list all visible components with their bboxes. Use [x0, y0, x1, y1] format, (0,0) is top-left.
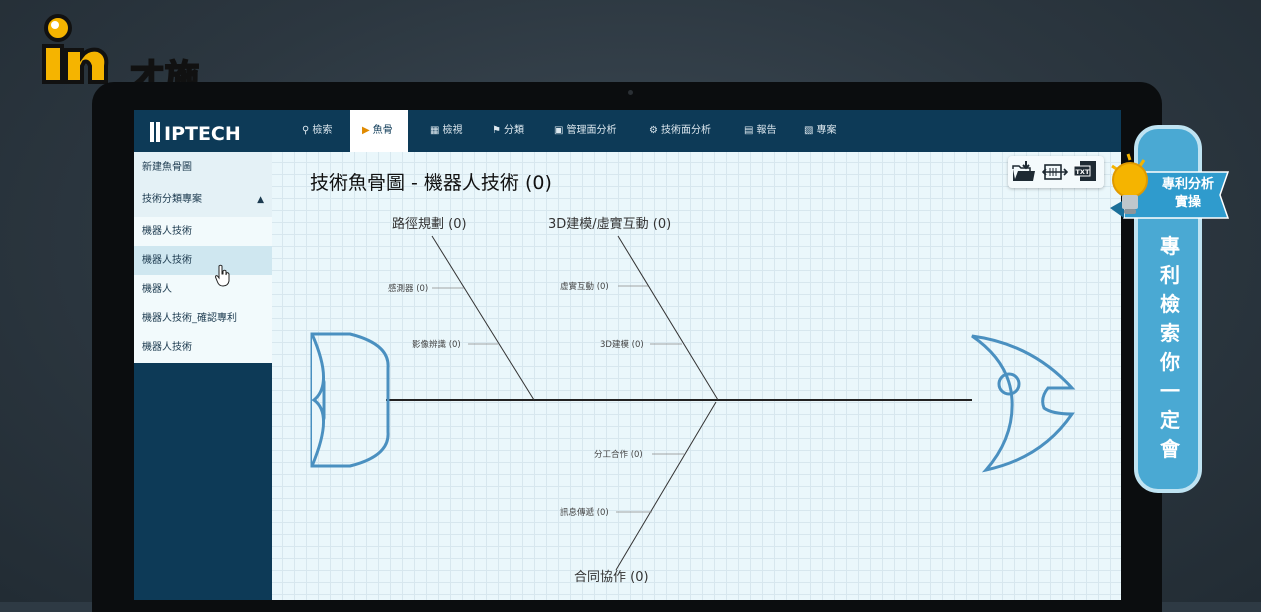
sidebar-new-fishbone[interactable]: 新建魚骨圖	[134, 152, 272, 183]
nav-management-analysis[interactable]: ▣ 管理面分析	[550, 110, 626, 152]
fish-head-icon	[971, 334, 1076, 473]
report-icon: ▤	[744, 125, 754, 136]
bone-bottom	[615, 401, 717, 571]
iptech-logo-icon: IPTECH	[150, 122, 241, 145]
promo-char: 檢	[1160, 292, 1180, 316]
promo-char: 會	[1160, 437, 1180, 461]
sub-label-messaging: 訊息傳遞 (0)	[560, 507, 609, 518]
sidebar-item-0[interactable]: 機器人技術	[134, 217, 272, 246]
nav-management-label: 管理面分析	[566, 125, 617, 136]
promo-char: 一	[1160, 379, 1180, 403]
promo-char: 利	[1160, 263, 1180, 287]
sub-label-sensor: 感測器 (0)	[388, 283, 428, 294]
nav-project-label: 專案	[816, 125, 837, 136]
sidebar-group-header[interactable]: 技術分類專案 ▲	[134, 183, 272, 217]
sidebar-item-3[interactable]: 機器人技術_確認專利	[134, 304, 272, 333]
bone-label-top-left: 路徑規劃 (0)	[392, 216, 467, 232]
bone-top-left	[431, 235, 535, 401]
nav-view-label: 檢視	[442, 125, 463, 136]
monitor-icon: ▣	[554, 125, 564, 136]
app-logo[interactable]: IPTECH	[148, 119, 268, 145]
brand-logo: 才施教	[34, 10, 224, 148]
promo-banner-line2: 實操	[1174, 195, 1201, 210]
nav-classify-label: 分類	[503, 125, 524, 136]
nav-search-label: 檢索	[312, 125, 333, 136]
bone-label-bottom: 合同協作 (0)	[574, 570, 649, 585]
nav-technical-label: 技術面分析	[660, 125, 711, 136]
fishbone-diagram: 路徑規劃 (0) 感測器 (0) 影像辨識 (0) 3D建模/虛實互動 (0) …	[310, 216, 1076, 585]
fishbone-canvas: 技術魚骨圖 - 機器人技術 (0) TXT 路徑規劃 (0) 感測器 (0) 影…	[272, 152, 1121, 600]
promo-vertical-text: 專 利 檢 索 你 一 定 會	[1150, 232, 1190, 464]
gears-icon: ⚙	[649, 125, 658, 136]
promo-char: 你	[1160, 350, 1180, 374]
app-screen: IPTECH ⚲ 檢索 ▶ 魚骨 ▦ 檢視 ⚑ 分類 ▣ 管理面分析 ⚙ 技術面分析 ▤ 報告…	[134, 110, 1121, 600]
sidebar-item-1[interactable]: 機器人技術	[134, 246, 272, 275]
bone-top-right	[617, 235, 719, 401]
nav-fishbone[interactable]: ▶ 魚骨	[350, 110, 408, 152]
sidebar-item-2[interactable]: 機器人	[134, 275, 272, 304]
webcam	[628, 90, 633, 95]
sidebar: 新建魚骨圖 技術分類專案 ▲ 機器人技術 機器人技術 機器人 機器人技術_確認專…	[134, 152, 272, 600]
sidebar-group-label: 技術分類專案	[142, 194, 202, 205]
promo-banner-line1: 專利分析	[1161, 177, 1214, 192]
nav-project[interactable]: ▧ 專案	[800, 110, 850, 152]
sub-label-division-of-work: 分工合作 (0)	[594, 449, 643, 460]
nav-fishbone-label: 魚骨	[372, 125, 393, 136]
fish-tail-icon	[310, 332, 390, 468]
sidebar-item-4[interactable]: 機器人技術	[134, 333, 272, 363]
nav-classify[interactable]: ⚑ 分類	[488, 110, 538, 152]
nav-technical-analysis[interactable]: ⚙ 技術面分析	[645, 110, 721, 152]
promo-char: 定	[1160, 408, 1180, 432]
classify-icon: ⚑	[492, 125, 501, 136]
sub-label-3d-modeling: 3D建模 (0)	[600, 339, 644, 350]
nav-view[interactable]: ▦ 檢視	[426, 110, 476, 152]
app-logo-text: IPTECH	[164, 123, 241, 145]
nav-report-label: 報告	[756, 125, 777, 136]
nav-report[interactable]: ▤ 報告	[740, 110, 790, 152]
sub-label-virtual-interaction: 虛實互動 (0)	[560, 281, 609, 292]
fishbone-icon: ▶	[362, 125, 370, 136]
search-icon: ⚲	[302, 125, 310, 136]
promo-char: 索	[1160, 321, 1180, 345]
sub-label-image-recognition: 影像辨識 (0)	[412, 339, 461, 350]
project-icon: ▧	[804, 125, 814, 136]
caret-up-icon: ▲	[257, 195, 264, 205]
promo-char: 專	[1160, 234, 1180, 258]
hand-cursor-icon	[214, 264, 230, 287]
bone-label-top-right: 3D建模/虛實互動 (0)	[548, 216, 671, 232]
top-nav: IPTECH ⚲ 檢索 ▶ 魚骨 ▦ 檢視 ⚑ 分類 ▣ 管理面分析 ⚙ 技術面分析 ▤ 報告…	[134, 110, 1121, 152]
nav-search[interactable]: ⚲ 檢索	[298, 110, 348, 152]
view-icon: ▦	[430, 125, 440, 136]
promo-banner-text: 專利分析 實操	[1148, 176, 1228, 212]
